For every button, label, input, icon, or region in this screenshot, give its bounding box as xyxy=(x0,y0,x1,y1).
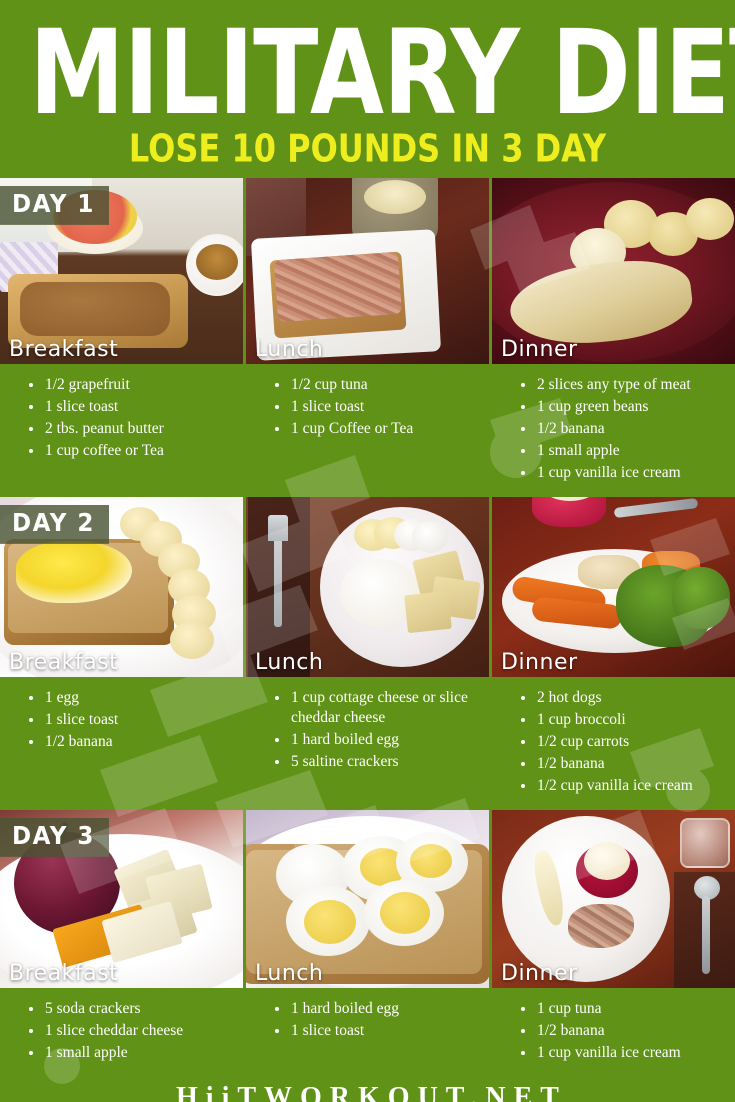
day-block-2: DAY 2 Breakfast Lunch Dinner 1 egg 1 sli… xyxy=(0,497,735,810)
photo-boiled-egg-toast: Lunch xyxy=(246,810,489,988)
photo-row-day-1: DAY 1 Breakfast Lunch Dinner xyxy=(0,178,735,364)
poster-footer: HiiTWORKOUT.NET xyxy=(0,1077,735,1102)
meal-photo-cell: Dinner xyxy=(492,810,735,988)
list-item: 2 hot dogs xyxy=(518,688,725,708)
list-item: 1 small apple xyxy=(518,441,725,461)
meal-photo-cell: Lunch xyxy=(246,810,489,988)
meal-list-cell: 1/2 cup tuna 1 slice toast 1 cup Coffee … xyxy=(246,364,489,497)
list-item: 1 slice toast xyxy=(26,397,233,417)
list-item: 1 cup green beans xyxy=(518,397,725,417)
list-row-day-1: 1/2 grapefruit 1 slice toast 2 tbs. pean… xyxy=(0,364,735,497)
list-item: 1 cup coffee or Tea xyxy=(26,441,233,461)
list-item: 1 egg xyxy=(26,688,233,708)
meal-item-list: 1 cup cottage cheese or slice cheddar ch… xyxy=(272,688,479,772)
poster-header: MILITARY DIET LOSE 10 POUNDS IN 3 DAY xyxy=(0,0,735,178)
list-item: 1 slice toast xyxy=(272,1021,479,1041)
meal-photo-cell: DAY 3 Breakfast xyxy=(0,810,243,988)
list-item: 1 hard boiled egg xyxy=(272,730,479,750)
meal-list-cell: 1/2 grapefruit 1 slice toast 2 tbs. pean… xyxy=(0,364,243,497)
day-block-3: DAY 3 Breakfast Lunch Dinner 5 soda crac… xyxy=(0,810,735,1077)
meal-list-cell: 1 egg 1 slice toast 1/2 banana xyxy=(0,677,243,810)
list-item: 1/2 banana xyxy=(26,732,233,752)
meal-label: Dinner xyxy=(501,650,578,675)
list-item: 1/2 cup vanilla ice cream xyxy=(518,776,725,796)
poster-title: MILITARY DIET xyxy=(29,4,735,142)
photo-hotdogs-broccoli-carrots: Dinner xyxy=(492,497,735,677)
list-item: 2 tbs. peanut butter xyxy=(26,419,233,439)
meal-list-cell: 1 cup tuna 1/2 banana 1 cup vanilla ice … xyxy=(492,988,735,1077)
list-item: 1/2 banana xyxy=(518,1021,725,1041)
list-item: 1 slice toast xyxy=(272,397,479,417)
list-item: 1 cup cottage cheese or slice cheddar ch… xyxy=(272,688,479,728)
list-row-day-3: 5 soda crackers 1 slice cheddar cheese 1… xyxy=(0,988,735,1077)
list-item: 1 cup tuna xyxy=(518,999,725,1019)
photo-meat-banana-plate: Dinner xyxy=(492,178,735,364)
site-url: HiiTWORKOUT.NET xyxy=(176,1082,567,1102)
meal-list-cell: 2 hot dogs 1 cup broccoli 1/2 cup carrot… xyxy=(492,677,735,810)
list-item: 1 slice toast xyxy=(26,710,233,730)
meal-list-cell: 2 slices any type of meat 1 cup green be… xyxy=(492,364,735,497)
meal-photo-cell: Dinner xyxy=(492,497,735,677)
list-item: 1 cup broccoli xyxy=(518,710,725,730)
photo-row-day-3: DAY 3 Breakfast Lunch Dinner xyxy=(0,810,735,988)
meal-item-list: 2 hot dogs 1 cup broccoli 1/2 cup carrot… xyxy=(518,688,725,796)
infographic-poster: MILITARY DIET LOSE 10 POUNDS IN 3 DAY DA… xyxy=(0,0,735,1102)
meal-label: Dinner xyxy=(501,337,578,362)
list-item: 1/2 grapefruit xyxy=(26,375,233,395)
day-badge: DAY 3 xyxy=(0,818,109,857)
day-block-1: DAY 1 Breakfast Lunch Dinner 1/2 grapefr… xyxy=(0,178,735,497)
photo-cottage-cheese-egg-crackers: Lunch xyxy=(246,497,489,677)
meal-item-list: 1/2 grapefruit 1 slice toast 2 tbs. pean… xyxy=(26,375,233,461)
meal-list-cell: 5 soda crackers 1 slice cheddar cheese 1… xyxy=(0,988,243,1077)
list-item: 1 cup vanilla ice cream xyxy=(518,1043,725,1063)
list-item: 1/2 cup tuna xyxy=(272,375,479,395)
meal-item-list: 1 cup tuna 1/2 banana 1 cup vanilla ice … xyxy=(518,999,725,1063)
meal-photo-cell: Dinner xyxy=(492,178,735,364)
list-item: 1/2 banana xyxy=(518,754,725,774)
list-item: 1 cup Coffee or Tea xyxy=(272,419,479,439)
meal-list-cell: 1 hard boiled egg 1 slice toast xyxy=(246,988,489,1077)
list-row-day-2: 1 egg 1 slice toast 1/2 banana 1 cup cot… xyxy=(0,677,735,810)
list-item: 5 saltine crackers xyxy=(272,752,479,772)
photo-row-day-2: DAY 2 Breakfast Lunch Dinner xyxy=(0,497,735,677)
meal-photo-cell: DAY 1 Breakfast xyxy=(0,178,243,364)
meal-list-cell: 1 cup cottage cheese or slice cheddar ch… xyxy=(246,677,489,810)
list-item: 1/2 banana xyxy=(518,419,725,439)
meal-label: Lunch xyxy=(255,650,324,675)
meal-item-list: 1 hard boiled egg 1 slice toast xyxy=(272,999,479,1041)
meal-label: Dinner xyxy=(501,961,578,986)
meal-photo-cell: Lunch xyxy=(246,178,489,364)
list-item: 2 slices any type of meat xyxy=(518,375,725,395)
meal-photo-cell: Lunch xyxy=(246,497,489,677)
list-item: 1 hard boiled egg xyxy=(272,999,479,1019)
list-item: 1 slice cheddar cheese xyxy=(26,1021,233,1041)
photo-tuna-toast-coffee: Lunch xyxy=(246,178,489,364)
meal-label: Lunch xyxy=(255,337,324,362)
list-item: 1 small apple xyxy=(26,1043,233,1063)
photo-tuna-banana-icecream: Dinner xyxy=(492,810,735,988)
day-badge: DAY 2 xyxy=(0,505,109,544)
list-item: 1/2 cup carrots xyxy=(518,732,725,752)
day-badge: DAY 1 xyxy=(0,186,109,225)
meal-item-list: 5 soda crackers 1 slice cheddar cheese 1… xyxy=(26,999,233,1063)
meal-photo-cell: DAY 2 Breakfast xyxy=(0,497,243,677)
list-item: 5 soda crackers xyxy=(26,999,233,1019)
meal-label: Lunch xyxy=(255,961,324,986)
meal-label: Breakfast xyxy=(9,961,119,986)
meal-item-list: 2 slices any type of meat 1 cup green be… xyxy=(518,375,725,483)
meal-label: Breakfast xyxy=(9,337,119,362)
photo-egg-toast-banana: DAY 2 Breakfast xyxy=(0,497,243,677)
meal-item-list: 1/2 cup tuna 1 slice toast 1 cup Coffee … xyxy=(272,375,479,439)
list-item: 1 cup vanilla ice cream xyxy=(518,463,725,483)
meal-item-list: 1 egg 1 slice toast 1/2 banana xyxy=(26,688,233,752)
poster-subtitle: LOSE 10 POUNDS IN 3 DAY xyxy=(128,125,607,171)
photo-grapefruit-toast-tea: DAY 1 Breakfast xyxy=(0,178,243,364)
photo-apple-cheese-crackers: DAY 3 Breakfast xyxy=(0,810,243,988)
meal-label: Breakfast xyxy=(9,650,119,675)
